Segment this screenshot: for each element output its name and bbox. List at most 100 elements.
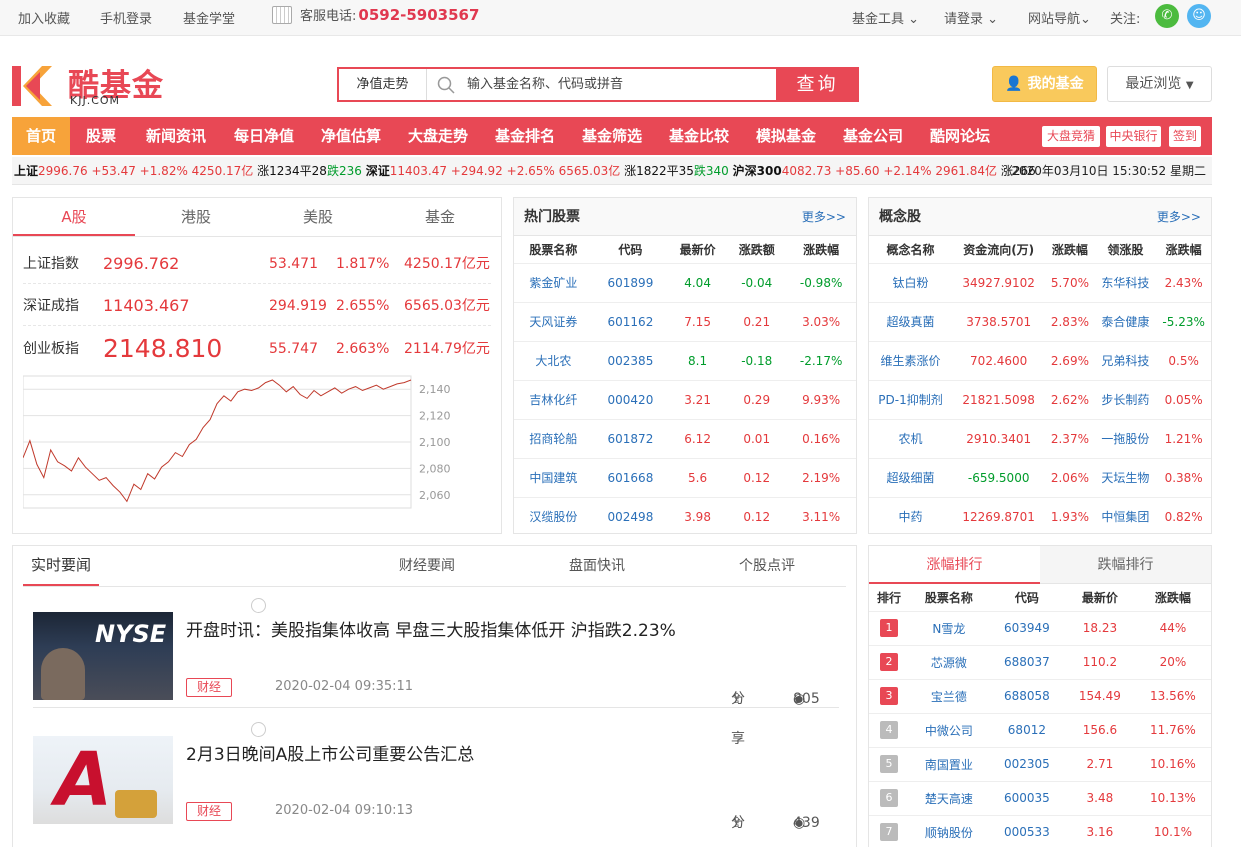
table-row[interactable]: 1 N雪龙 603949 18.23 44% xyxy=(869,610,1211,645)
tab-market-flash[interactable]: 盘面快讯 xyxy=(569,546,625,586)
tab-hk-shares[interactable]: 港股 xyxy=(135,198,257,236)
tab-stock-review[interactable]: 个股点评 xyxy=(739,546,795,586)
stock-name[interactable]: 宝兰德 xyxy=(908,678,989,713)
stock-name[interactable]: 汉缆股份 xyxy=(514,496,593,536)
qq-icon[interactable]: ☺ xyxy=(1187,4,1211,28)
tab-rise-ranking[interactable]: 涨幅排行 xyxy=(869,546,1040,584)
search-type-select[interactable]: 净值走势 xyxy=(339,69,427,100)
nav-item-home[interactable]: 首页 xyxy=(12,117,70,155)
table-row[interactable]: 天风证券 601162 7.15 0.21 3.03% xyxy=(514,301,856,341)
table-row[interactable]: 中药 12269.8701 1.93% 中恒集团 0.82% xyxy=(869,496,1211,536)
nav-item-stocks[interactable]: 股票 xyxy=(84,117,118,155)
concept-name[interactable]: 维生素涨价 xyxy=(869,340,952,380)
tab-a-shares[interactable]: A股 xyxy=(13,198,135,236)
table-row[interactable]: 中国建筑 601668 5.6 0.12 2.19% xyxy=(514,457,856,497)
table-row[interactable]: 超级真菌 3738.5701 2.83% 泰合健康 -5.23% xyxy=(869,301,1211,341)
stock-name[interactable]: 紫金矿业 xyxy=(514,262,593,302)
leading-stock[interactable]: 步长制药 xyxy=(1094,379,1157,419)
news-tag[interactable]: 财经 xyxy=(186,802,232,821)
stock-name[interactable]: 中国建筑 xyxy=(514,457,593,497)
ticker-sz-name[interactable]: 深证 xyxy=(366,164,390,178)
table-row[interactable]: 钛白粉 34927.9102 5.70% 东华科技 2.43% xyxy=(869,262,1211,302)
stock-name[interactable]: 天风证券 xyxy=(514,301,593,341)
leading-stock[interactable]: 东华科技 xyxy=(1094,262,1157,302)
mobile-login-link[interactable]: 手机登录 xyxy=(100,8,152,27)
news-item[interactable]: NYSE 开盘时讯：美股指集体收高 早盘三大股指集体低开 沪指跌2.23% 财经… xyxy=(33,598,839,747)
table-row[interactable]: 4 中微公司 68012 156.6 11.76% xyxy=(869,712,1211,747)
stock-name[interactable]: 吉林化纤 xyxy=(514,379,593,419)
my-fund-button[interactable]: 👤 我的基金 xyxy=(992,66,1097,102)
fund-school-link[interactable]: 基金学堂 xyxy=(183,8,235,27)
stock-name[interactable]: 大北农 xyxy=(514,340,593,380)
stock-name[interactable]: 招商轮船 xyxy=(514,418,593,458)
concept-name[interactable]: 农机 xyxy=(869,418,952,458)
search-input[interactable]: 输入基金名称、代码或拼音 xyxy=(467,69,623,100)
table-row[interactable]: 6 楚天高速 600035 3.48 10.13% xyxy=(869,780,1211,815)
site-nav-menu[interactable]: 网站导航⌄ xyxy=(1028,8,1091,27)
concept-name[interactable]: 中药 xyxy=(869,496,952,536)
hot-stocks-more-link[interactable]: 更多>> xyxy=(802,198,846,236)
ticker-hs-name[interactable]: 沪深300 xyxy=(733,164,782,178)
stock-name[interactable]: 中微公司 xyxy=(908,712,989,747)
table-row[interactable]: 7 顺钠股份 000533 3.16 10.1% xyxy=(869,814,1211,847)
nav-item-daily-nav[interactable]: 每日净值 xyxy=(232,117,296,155)
table-row[interactable]: 农机 2910.3401 2.37% 一拖股份 1.21% xyxy=(869,418,1211,458)
checkin-tag[interactable]: 签到 xyxy=(1169,126,1201,147)
central-bank-tag[interactable]: 中央银行 xyxy=(1106,126,1161,147)
leading-stock[interactable]: 天坛生物 xyxy=(1094,457,1157,497)
concept-stocks-more-link[interactable]: 更多>> xyxy=(1157,198,1201,236)
news-item[interactable]: A 2月3日晚间A股上市公司重要公告汇总 财经 2020-02-04 09:10… xyxy=(33,722,839,832)
table-row[interactable]: 5 南国置业 002305 2.71 10.16% xyxy=(869,746,1211,781)
add-favorite-link[interactable]: 加入收藏 xyxy=(18,8,70,27)
tab-realtime-news[interactable]: 实时要闻 xyxy=(23,546,100,586)
ticker-sh-name[interactable]: 上证 xyxy=(14,164,38,178)
tab-funds[interactable]: 基金 xyxy=(379,198,501,236)
nav-item-fund-company[interactable]: 基金公司 xyxy=(841,117,905,155)
stock-name[interactable]: 芯源微 xyxy=(908,644,989,679)
concept-name[interactable]: 钛白粉 xyxy=(869,262,952,302)
fund-tools-menu[interactable]: 基金工具 ⌄ xyxy=(852,8,919,27)
nav-item-simulated-fund[interactable]: 模拟基金 xyxy=(754,117,818,155)
wechat-icon[interactable]: ✆ xyxy=(1155,4,1179,28)
index-row-sh[interactable]: 上证指数 2996.762 53.471 1.817% 4250.17亿元 xyxy=(23,244,491,284)
table-row[interactable]: 紫金矿业 601899 4.04 -0.04 -0.98% xyxy=(514,262,856,302)
leading-stock[interactable]: 兄弟科技 xyxy=(1094,340,1157,380)
table-row[interactable]: 维生素涨价 702.4600 2.69% 兄弟科技 0.5% xyxy=(869,340,1211,380)
table-row[interactable]: 超级细菌 -659.5000 2.06% 天坛生物 0.38% xyxy=(869,457,1211,497)
news-title[interactable]: 开盘时讯：美股指集体收高 早盘三大股指集体低开 沪指跌2.23% xyxy=(186,616,676,641)
nav-item-fund-filter[interactable]: 基金筛选 xyxy=(580,117,644,155)
nav-item-fund-compare[interactable]: 基金比较 xyxy=(667,117,731,155)
news-thumbnail[interactable]: A xyxy=(33,736,173,824)
news-thumbnail[interactable]: NYSE xyxy=(33,612,173,700)
tab-finance-news[interactable]: 财经要闻 xyxy=(399,546,455,586)
login-menu[interactable]: 请登录 ⌄ xyxy=(944,8,998,27)
stock-name[interactable]: 南国置业 xyxy=(908,746,989,781)
table-row[interactable]: 汉缆股份 002498 3.98 0.12 3.11% xyxy=(514,496,856,536)
table-row[interactable]: 招商轮船 601872 6.12 0.01 0.16% xyxy=(514,418,856,458)
nav-item-fund-ranking[interactable]: 基金排名 xyxy=(493,117,557,155)
nav-item-news[interactable]: 新闻资讯 xyxy=(144,117,208,155)
site-logo[interactable]: 酷基金 KJJ.COM xyxy=(12,64,174,108)
table-row[interactable]: 吉林化纤 000420 3.21 0.29 9.93% xyxy=(514,379,856,419)
news-title[interactable]: 2月3日晚间A股上市公司重要公告汇总 xyxy=(186,740,474,765)
nav-item-forum[interactable]: 酷网论坛 xyxy=(928,117,992,155)
market-guess-tag[interactable]: 大盘竞猜 xyxy=(1042,126,1100,147)
nav-item-market-trend[interactable]: 大盘走势 xyxy=(406,117,470,155)
table-row[interactable]: 3 宝兰德 688058 154.49 13.56% xyxy=(869,678,1211,713)
nav-item-nav-estimate[interactable]: 净值估算 xyxy=(319,117,383,155)
concept-name[interactable]: PD-1抑制剂 xyxy=(869,379,952,419)
table-row[interactable]: PD-1抑制剂 21821.5098 2.62% 步长制药 0.05% xyxy=(869,379,1211,419)
leading-stock[interactable]: 中恒集团 xyxy=(1094,496,1157,536)
tab-fall-ranking[interactable]: 跌幅排行 xyxy=(1040,546,1211,584)
leading-stock[interactable]: 泰合健康 xyxy=(1094,301,1157,341)
stock-name[interactable]: N雪龙 xyxy=(908,610,989,645)
index-row-cyb[interactable]: 创业板指 2148.810 55.747 2.663% 2114.79亿元 xyxy=(23,328,491,368)
concept-name[interactable]: 超级细菌 xyxy=(869,457,952,497)
index-row-sz[interactable]: 深证成指 11403.467 294.919 2.655% 6565.03亿元 xyxy=(23,286,491,326)
stock-name[interactable]: 顺钠股份 xyxy=(908,814,989,847)
tab-us-shares[interactable]: 美股 xyxy=(257,198,379,236)
recent-browse-button[interactable]: 最近浏览 ▼ xyxy=(1107,66,1212,102)
table-row[interactable]: 大北农 002385 8.1 -0.18 -2.17% xyxy=(514,340,856,380)
search-button[interactable]: 查询 xyxy=(776,67,859,102)
stock-name[interactable]: 楚天高速 xyxy=(908,780,989,815)
